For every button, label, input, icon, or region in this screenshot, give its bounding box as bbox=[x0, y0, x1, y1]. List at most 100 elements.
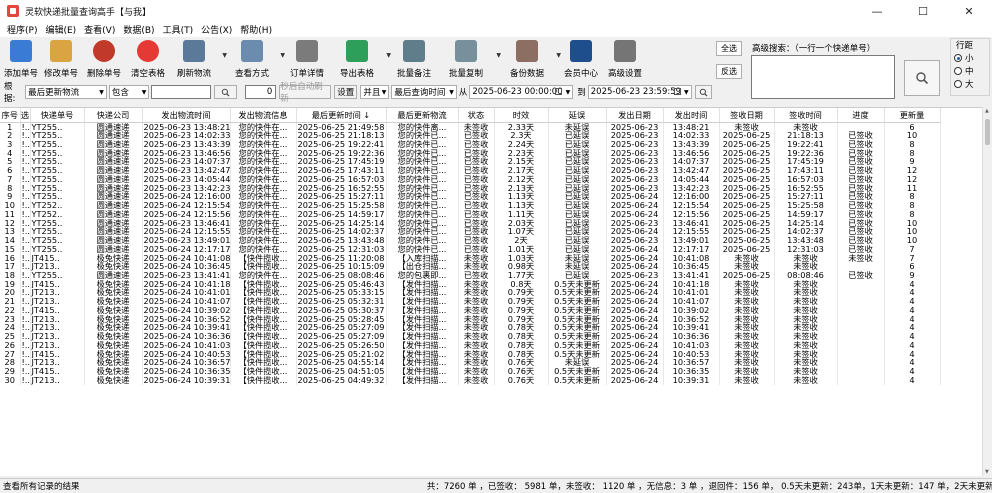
refresh-logistics-button[interactable]: 刷新物流 ▼ bbox=[168, 37, 227, 81]
close-button[interactable]: ✕ bbox=[946, 0, 992, 22]
column-header[interactable]: 时效 bbox=[494, 108, 549, 123]
add-tracking-button[interactable]: 添加单号 bbox=[0, 37, 42, 81]
table-row[interactable]: 13!.. YT255.. 圆通速递 2025-06-24 12:15:55 您的快件在… bbox=[0, 227, 941, 237]
row-height-option-1[interactable]: 中 bbox=[954, 65, 986, 77]
advanced-search-textarea[interactable] bbox=[751, 55, 895, 99]
auto-refresh-settings-button[interactable]: 设置 bbox=[334, 85, 358, 99]
order-detail-button[interactable]: 订单详情 bbox=[284, 37, 330, 81]
row-height-option-2[interactable]: 大 bbox=[954, 78, 986, 90]
menu-item-3[interactable]: 数据(B) bbox=[119, 23, 158, 36]
column-header[interactable]: 状态 bbox=[458, 108, 495, 123]
toolbar-label: 批量复制 bbox=[448, 69, 483, 79]
column-header[interactable]: 选 bbox=[20, 108, 31, 123]
filter-query-input[interactable] bbox=[151, 85, 212, 99]
scroll-down-icon[interactable]: ▼ bbox=[985, 469, 989, 475]
table-row[interactable]: 12!.. YT255.. 圆通速递 2025-06-23 13:46:41 您的快件在… bbox=[0, 218, 941, 228]
table-row[interactable]: 9!.. YT255.. 圆通速递 2025-06-24 12:16:00 您的快件在.… bbox=[0, 192, 941, 202]
table-row[interactable]: 8!.. YT255.. 圆通速递 2025-06-23 13:42:23 您的快件在.… bbox=[0, 183, 941, 193]
date-filter-search-button[interactable] bbox=[694, 85, 713, 99]
auto-refresh-seconds-input[interactable]: 0 bbox=[245, 85, 277, 99]
table-row[interactable]: 17!.. JT213.. 极兔快递 2025-06-24 10:36:45 【快件揽收… bbox=[0, 262, 941, 271]
column-header[interactable]: 最后更新时间 ↓ bbox=[296, 108, 387, 123]
table-cell: 您的快件已... bbox=[386, 201, 459, 210]
menu-item-1[interactable]: 编辑(E) bbox=[41, 23, 80, 36]
auto-refresh-button[interactable]: 秒后自动刷新 bbox=[279, 82, 332, 104]
table-row[interactable]: 30!.. JT213.. 极兔快递 2025-06-24 10:39:31 【快件揽收… bbox=[0, 375, 941, 385]
invert-selection-button[interactable]: 反选 bbox=[716, 64, 742, 79]
table-row[interactable]: 6!.. YT255.. 圆通速递 2025-06-23 13:42:47 您的快件在.… bbox=[0, 166, 941, 175]
batch-copy-button[interactable]: 批量复制 ▼ bbox=[438, 37, 501, 81]
table-row[interactable]: 24!.. JT213.. 极兔快递 2025-06-24 10:39:41 【快件揽收… bbox=[0, 323, 941, 333]
batch-note-button[interactable]: 批量备注 bbox=[390, 37, 438, 81]
delete-tracking-button[interactable]: 删除单号 bbox=[80, 37, 128, 81]
column-header[interactable]: 进度 bbox=[837, 108, 885, 123]
maximize-button[interactable]: ☐ bbox=[900, 0, 946, 22]
column-header[interactable]: 更新量 bbox=[884, 108, 941, 123]
column-header[interactable]: 发出物流时间 bbox=[142, 108, 231, 123]
column-header[interactable]: 最后更新物流 bbox=[386, 108, 459, 123]
to-datetime-picker[interactable]: 2025-06-23 23:59:59 ▼ bbox=[587, 85, 692, 99]
table-row[interactable]: 11!.. YT252.. 圆通速递 2025-06-24 12:15:56 您的快件在… bbox=[0, 209, 941, 219]
table-row[interactable]: 16!.. JT415.. 极兔快递 2025-06-24 10:41:08 【快件揽收… bbox=[0, 253, 941, 263]
radio-icon[interactable] bbox=[954, 80, 962, 88]
advanced-search-button[interactable] bbox=[904, 60, 940, 96]
column-header[interactable]: 延误 bbox=[548, 108, 607, 123]
column-header[interactable]: 发出日期 bbox=[606, 108, 664, 123]
menu-item-2[interactable]: 查看(V) bbox=[80, 23, 119, 36]
member-center-button[interactable]: 会员中心 bbox=[560, 37, 602, 81]
menu-item-6[interactable]: 帮助(H) bbox=[236, 23, 276, 36]
table-row[interactable]: 19!.. JT415.. 极兔快递 2025-06-24 10:41:18 【快件揽收… bbox=[0, 279, 941, 289]
table-row[interactable]: 14!.. YT255.. 圆通速递 2025-06-23 13:49:01 您的快件在… bbox=[0, 236, 941, 245]
menu-item-0[interactable]: 程序(P) bbox=[3, 23, 41, 36]
column-header[interactable]: 发出时间 bbox=[663, 108, 720, 123]
logic-select[interactable]: 并且 ▼ bbox=[360, 85, 390, 99]
column-header[interactable]: 快递单号 bbox=[30, 108, 85, 123]
edit-tracking-button[interactable]: 修改单号 bbox=[42, 37, 80, 81]
menu-item-5[interactable]: 公告(X) bbox=[197, 23, 236, 36]
table-row[interactable]: 15!.. YT255.. 圆通速递 2025-06-24 12:17:17 您的快件在… bbox=[0, 244, 941, 254]
table-row[interactable]: 25!.. JT213.. 极兔快递 2025-06-24 10:36:36 【快件揽收… bbox=[0, 332, 941, 341]
table-row[interactable]: 26!.. JT213.. 极兔快递 2025-06-24 10:41:03 【快件揽收… bbox=[0, 340, 941, 350]
minimize-button[interactable]: — bbox=[854, 0, 900, 22]
filter-search-button[interactable] bbox=[214, 85, 238, 99]
column-header[interactable]: 序号 bbox=[0, 108, 21, 123]
vertical-scrollbar[interactable]: ▲ ▼ bbox=[982, 107, 992, 476]
backup-data-button[interactable]: 备份数据 ▼ bbox=[500, 37, 561, 81]
table-row[interactable]: 20!.. JT213.. 极兔快递 2025-06-24 10:41:01 【快件揽收… bbox=[0, 288, 941, 298]
filter-mode-select[interactable]: 包含 ▼ bbox=[108, 85, 150, 99]
column-header[interactable]: 签收时间 bbox=[774, 108, 838, 123]
table-row[interactable]: 27!.. JT415.. 极兔快递 2025-06-24 10:40:53 【快件揽收… bbox=[0, 349, 941, 359]
table-row[interactable]: 1!.. YT255.. 圆通速递 2025-06-23 13:48:21 您的快件在.… bbox=[0, 122, 941, 132]
column-header[interactable]: 发出物流信息 bbox=[230, 108, 297, 123]
table-row[interactable]: 7!.. YT255.. 圆通速递 2025-06-23 14:05:44 您的快件在.… bbox=[0, 174, 941, 184]
table-row[interactable]: 10!.. YT252.. 圆通速递 2025-06-24 12:15:54 您的快件在… bbox=[0, 201, 941, 210]
view-mode-button[interactable]: 查看方式 ▼ bbox=[226, 37, 285, 81]
filter-field-select[interactable]: 最后更新物流 ▼ bbox=[25, 85, 107, 99]
table-row[interactable]: 18!.. YT255.. 圆通速递 2025-06-23 13:41:41 您的快件在… bbox=[0, 270, 941, 280]
scrollbar-thumb[interactable] bbox=[985, 119, 990, 145]
menu-item-4[interactable]: 工具(T) bbox=[159, 23, 198, 36]
export-table-button[interactable]: 导出表格 ▼ bbox=[330, 37, 391, 81]
table-cell: 2025-06-25 12:31:03 bbox=[296, 244, 387, 254]
table-row[interactable]: 23!.. JT213.. 极兔快递 2025-06-24 10:36:52 【快件揽收… bbox=[0, 314, 941, 324]
table-row[interactable]: 29!.. JT415.. 极兔快递 2025-06-24 10:36:35 【快件揽收… bbox=[0, 367, 941, 376]
column-header[interactable]: 快递公司 bbox=[84, 108, 143, 123]
table-row[interactable]: 5!.. YT255.. 圆通速递 2025-06-23 14:07:37 您的快件在.… bbox=[0, 157, 941, 167]
select-all-button[interactable]: 全选 bbox=[716, 41, 742, 56]
row-height-option-0[interactable]: 小 bbox=[954, 52, 986, 64]
radio-icon[interactable] bbox=[954, 54, 962, 62]
scroll-up-icon[interactable]: ▲ bbox=[985, 108, 989, 114]
table-row[interactable]: 28!.. JT213.. 极兔快递 2025-06-24 10:36:57 【快件揽收… bbox=[0, 358, 941, 368]
table-row[interactable]: 22!.. JT415.. 极兔快递 2025-06-24 10:39:02 【快件揽收… bbox=[0, 305, 941, 315]
table-row[interactable]: 21!.. JT213.. 极兔快递 2025-06-24 10:41:07 【快件揽收… bbox=[0, 297, 941, 306]
table-row[interactable]: 2!.. YT255.. 圆通速递 2025-06-23 14:02:33 您的快件在.… bbox=[0, 131, 941, 140]
table-row[interactable]: 3!.. YT255.. 圆通速递 2025-06-23 13:43:39 您的快件在.… bbox=[0, 139, 941, 149]
tracking-table[interactable]: 序号选快递单号 快递公司 发出物流时间 发出物流信息 最后更新时间 ↓ 最后更新物流 状态时… bbox=[0, 107, 982, 476]
column-header[interactable]: 签收日期 bbox=[719, 108, 775, 123]
clear-table-button[interactable]: 清空表格 bbox=[128, 37, 168, 81]
advanced-settings-button[interactable]: 高级设置 bbox=[602, 37, 648, 81]
radio-icon[interactable] bbox=[954, 67, 962, 75]
from-datetime-picker[interactable]: 2025-06-23 00:00:00 ▼ bbox=[469, 85, 574, 99]
table-row[interactable]: 4!.. YT255.. 圆通速递 2025-06-23 13:46:56 您的快件在.… bbox=[0, 148, 941, 158]
time-field-select[interactable]: 最后查询时间 ▼ bbox=[391, 85, 457, 99]
